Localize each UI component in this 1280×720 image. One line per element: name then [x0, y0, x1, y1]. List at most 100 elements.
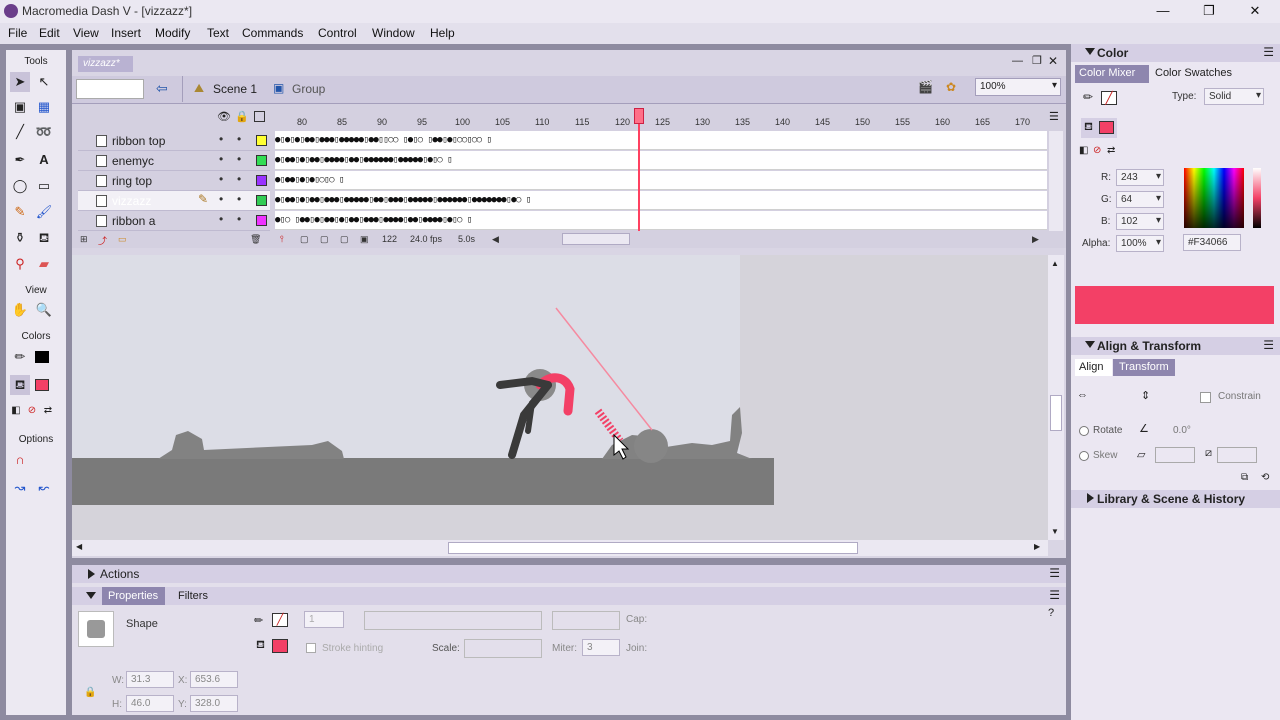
timeline-scrollbar[interactable]: [1049, 131, 1063, 231]
center-frame-icon[interactable]: ⫯: [280, 234, 284, 245]
tab-color-swatches[interactable]: Color Swatches: [1155, 67, 1232, 79]
scroll-left-icon[interactable]: ◀: [76, 542, 82, 551]
x-input[interactable]: 653.6: [190, 671, 238, 688]
visibility-dot[interactable]: •: [219, 152, 223, 166]
scroll-right-icon[interactable]: ▶: [1032, 234, 1039, 245]
visibility-dot[interactable]: •: [219, 132, 223, 146]
scroll-up-icon[interactable]: ▲: [1051, 259, 1059, 268]
y-input[interactable]: 328.0: [190, 695, 238, 712]
gradient-transform-tool-icon[interactable]: ▦: [34, 97, 54, 117]
outline-icon[interactable]: [254, 111, 265, 122]
scroll-left-icon[interactable]: ◀: [492, 234, 499, 245]
lock-dot[interactable]: •: [237, 132, 241, 146]
doc-minimize-icon[interactable]: —: [1012, 55, 1023, 67]
frame-row[interactable]: ●▯●●▯●▯●▯○▯○ ▯: [275, 171, 1047, 190]
custom-stroke-button[interactable]: [552, 611, 620, 630]
playhead-handle[interactable]: [634, 108, 644, 124]
free-transform-tool-icon[interactable]: ▣: [10, 97, 30, 117]
actions-panel-header[interactable]: Actions ☰: [72, 565, 1066, 583]
frame-row[interactable]: ●▯●●▯●▯●●▯●●●●▯●●▯●●●●●●▯●●●●●▯●▯○ ▯: [275, 151, 1047, 170]
layer-row[interactable]: ribbon a • •: [78, 211, 270, 231]
copy-transform-icon[interactable]: ⧉: [1241, 472, 1248, 483]
panel-menu-icon[interactable]: ☰: [1049, 566, 1060, 580]
lock-dot[interactable]: •: [237, 172, 241, 186]
ink-bottle-tool-icon[interactable]: ⚱: [10, 228, 30, 248]
stroke-hinting-checkbox[interactable]: [306, 643, 316, 653]
text-tool-icon[interactable]: A: [34, 150, 54, 170]
miter-input[interactable]: 3: [582, 639, 620, 656]
rectangle-tool-icon[interactable]: ▭: [34, 176, 54, 196]
no-color-icon[interactable]: ⊘: [1093, 145, 1101, 156]
menu-view[interactable]: View: [73, 26, 99, 40]
subselect-tool-icon[interactable]: ↖: [34, 72, 54, 92]
visibility-dot[interactable]: •: [219, 172, 223, 186]
add-guide-icon[interactable]: ⤴: [98, 234, 107, 247]
arrow-tool-icon[interactable]: ➤: [10, 72, 30, 92]
breadcrumb-scene[interactable]: Scene 1: [213, 82, 257, 96]
stroke-color-icon[interactable]: ✏: [10, 347, 30, 367]
back-arrow-icon[interactable]: ⇦: [156, 80, 168, 97]
tab-align[interactable]: Align: [1075, 359, 1112, 376]
visibility-dot[interactable]: •: [219, 212, 223, 226]
tab-filters[interactable]: Filters: [178, 590, 208, 602]
lock-dot[interactable]: •: [237, 192, 241, 206]
swap-colors-icon[interactable]: ⇄: [38, 401, 58, 421]
layer-color-swatch[interactable]: [256, 215, 267, 226]
zoom-select[interactable]: 100% ▾: [975, 78, 1061, 96]
skew-horizontal-input[interactable]: [1155, 447, 1195, 463]
delete-layer-icon[interactable]: 🗑: [250, 234, 261, 245]
menu-edit[interactable]: Edit: [39, 26, 60, 40]
scroll-right-icon[interactable]: ▶: [1034, 542, 1040, 551]
stroke-style-select[interactable]: [364, 611, 542, 630]
smooth-icon[interactable]: ↝: [10, 478, 30, 498]
constrain-checkbox[interactable]: [1200, 392, 1211, 403]
line-tool-icon[interactable]: ╱: [10, 122, 30, 142]
snap-magnet-icon[interactable]: ∩: [10, 450, 30, 470]
eyedropper-tool-icon[interactable]: ⚲: [10, 254, 30, 274]
timeline-hscroll-thumb[interactable]: [562, 233, 630, 245]
instance-name-field[interactable]: [76, 79, 144, 99]
lock-icon[interactable]: 🔒: [84, 687, 96, 698]
lock-dot[interactable]: •: [237, 212, 241, 226]
frame-row[interactable]: ●▯●▯●▯●●▯●●●▯●●●●●▯●●▯▯○○ ▯●▯○ ▯●●▯●▯○○▯…: [275, 131, 1047, 150]
edit-symbol-icon[interactable]: ✿: [946, 80, 956, 94]
document-tab[interactable]: vizzazz*: [78, 56, 133, 72]
layer-row[interactable]: ring top • •: [78, 171, 270, 191]
edit-multiple-icon[interactable]: ▢: [340, 234, 349, 245]
lasso-tool-icon[interactable]: ➿: [34, 122, 54, 142]
stroke-color-swatch[interactable]: [35, 351, 49, 363]
pencil-tool-icon[interactable]: ✎: [10, 202, 30, 222]
add-layer-icon[interactable]: ⊞: [80, 234, 88, 245]
stroke-swatch[interactable]: ╱: [1101, 91, 1117, 105]
stroke-height-input[interactable]: 1: [304, 611, 344, 628]
color-panel-header[interactable]: Color ☰: [1071, 44, 1280, 62]
fill-color-icon[interactable]: ⛾: [10, 375, 30, 395]
layer-color-swatch[interactable]: [256, 195, 267, 206]
close-button[interactable]: ✕: [1232, 0, 1278, 23]
layer-color-swatch[interactable]: [256, 175, 267, 186]
timeline-menu-icon[interactable]: ☰: [1049, 110, 1059, 123]
stage-vscrollbar[interactable]: ▲ ▼: [1048, 255, 1064, 540]
layer-row[interactable]: enemyc • •: [78, 151, 270, 171]
g-input[interactable]: 64 ▾: [1116, 191, 1164, 208]
menu-text[interactable]: Text: [207, 26, 229, 40]
edit-scene-icon[interactable]: 🎬: [918, 80, 933, 94]
hand-tool-icon[interactable]: ✋: [10, 300, 30, 320]
help-icon[interactable]: ?: [1048, 607, 1054, 619]
vscroll-thumb[interactable]: [1050, 395, 1062, 431]
oval-tool-icon[interactable]: ◯: [10, 176, 30, 196]
show-hide-icon[interactable]: 👁: [217, 110, 231, 123]
pen-tool-icon[interactable]: ✒: [10, 150, 30, 170]
scale-select[interactable]: [464, 639, 542, 658]
skew-vertical-input[interactable]: [1217, 447, 1257, 463]
default-colors-icon[interactable]: ◧: [1079, 145, 1088, 156]
layer-row[interactable]: ribbon top • •: [78, 131, 270, 151]
w-input[interactable]: 31.3: [126, 671, 174, 688]
stroke-color-swatch[interactable]: ╱: [272, 613, 288, 627]
type-select[interactable]: Solid ▾: [1204, 88, 1264, 105]
properties-panel-header[interactable]: Properties Filters ☰: [72, 587, 1066, 605]
fill-color-swatch[interactable]: [272, 639, 288, 653]
stage-area[interactable]: [72, 255, 1048, 540]
add-folder-icon[interactable]: ▭: [118, 234, 127, 245]
menu-window[interactable]: Window: [372, 26, 415, 40]
